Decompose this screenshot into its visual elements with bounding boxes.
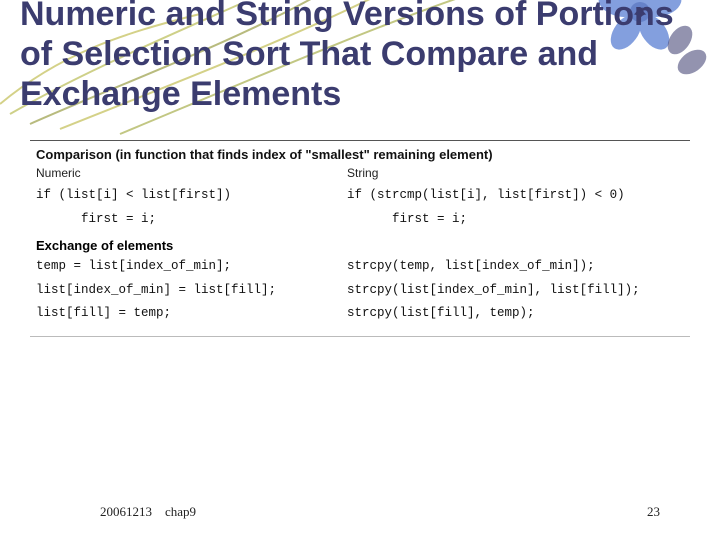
code-cell: list[index_of_min] = list[fill]; [36,279,347,303]
column-header-numeric: Numeric [36,166,347,180]
section-exchange-header: Exchange of elements [36,238,684,253]
code-cell: if (strcmp(list[i], list[first]) < 0) [347,184,684,208]
code-cell: first = i; [36,208,347,232]
code-cell: strcpy(list[index_of_min], list[fill]); [347,279,684,303]
code-cell: if (list[i] < list[first]) [36,184,347,208]
footer-chapter: chap9 [165,504,196,519]
comparison-table: Comparison (in function that finds index… [30,140,690,337]
footer-date: 20061213 [100,504,152,519]
slide-title: Numeric and String Versions of Portions … [0,0,720,114]
code-cell: temp = list[index_of_min]; [36,255,347,279]
code-cell: strcpy(list[fill], temp); [347,302,684,326]
code-cell: list[fill] = temp; [36,302,347,326]
code-cell: first = i; [347,208,684,232]
code-cell: strcpy(temp, list[index_of_min]); [347,255,684,279]
column-header-string: String [347,166,684,180]
page-number: 23 [647,504,660,520]
section-comparison-header: Comparison (in function that finds index… [36,147,684,162]
slide-footer: 20061213 chap9 23 [0,504,720,520]
